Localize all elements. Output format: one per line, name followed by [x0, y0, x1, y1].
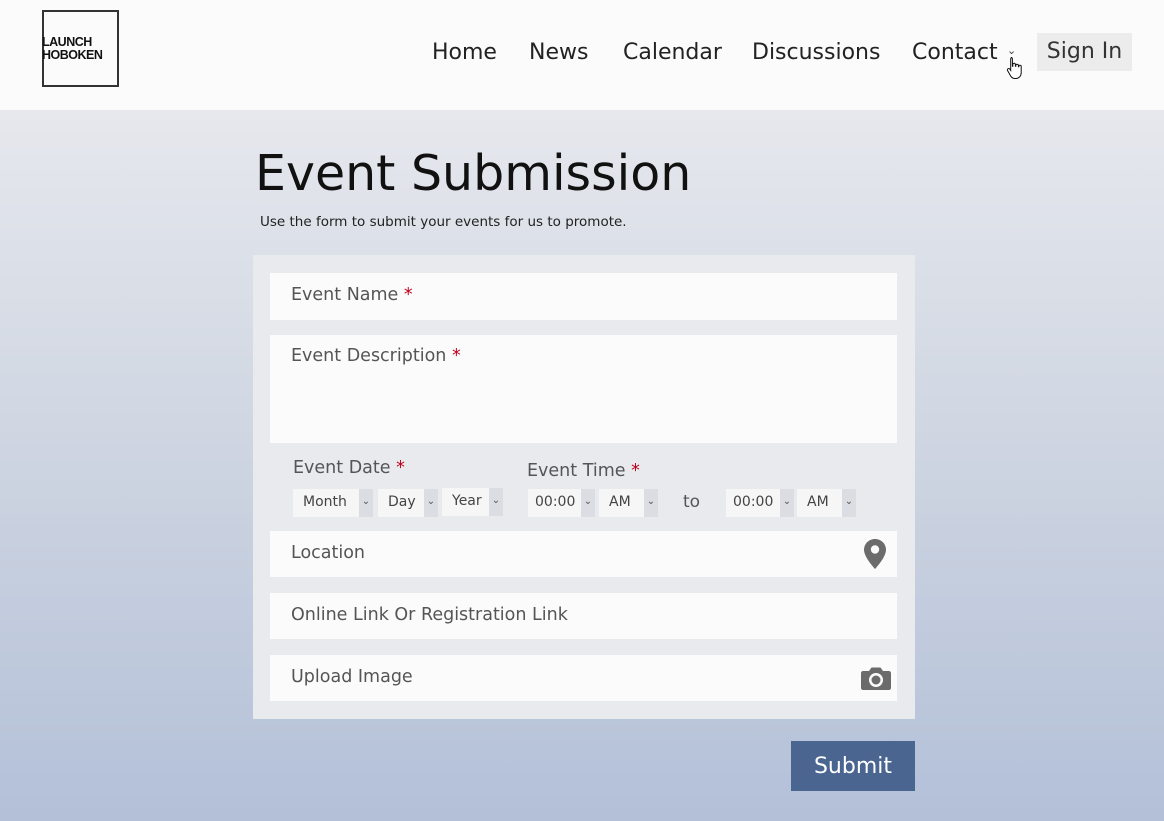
event-name-label: Event Name * — [291, 285, 413, 305]
event-time-label: Event Time * — [527, 461, 640, 481]
required-marker: * — [451, 346, 461, 366]
chevron-down-icon: ⌄ — [780, 489, 794, 517]
online-link-field[interactable]: Online Link Or Registration Link — [270, 593, 897, 639]
nav-contact[interactable]: Contact — [912, 34, 998, 72]
site-header: LAUNCH HOBOKEN Home News Calendar Discus… — [0, 0, 1164, 110]
location-label: Location — [291, 543, 366, 563]
month-select[interactable]: Month ⌄ — [293, 489, 373, 517]
location-field[interactable]: Location — [270, 531, 897, 577]
camera-icon[interactable] — [860, 665, 892, 691]
required-marker: * — [396, 458, 405, 478]
time-range-separator: to — [683, 492, 701, 512]
required-marker: * — [403, 285, 413, 305]
chevron-down-icon: ⌄ — [581, 489, 595, 517]
event-date-label: Event Date * — [293, 458, 405, 478]
event-description-field[interactable]: Event Description * — [270, 335, 897, 443]
main-nav: Home News Calendar Discussions Contact ⌄ — [0, 34, 1164, 74]
chevron-down-icon: ⌄ — [842, 489, 856, 517]
chevron-down-icon: ⌄ — [644, 489, 658, 517]
end-time-value: 00:00 — [733, 494, 774, 510]
nav-calendar[interactable]: Calendar — [623, 34, 722, 72]
day-select-value: Day — [388, 494, 416, 510]
start-period-value: AM — [609, 494, 631, 510]
sign-in-label: Sign In — [1046, 39, 1123, 64]
submit-button[interactable]: Submit — [791, 741, 915, 791]
month-select-value: Month — [303, 494, 347, 510]
chevron-down-icon: ⌄ — [489, 488, 503, 516]
event-description-label: Event Description * — [291, 346, 461, 366]
start-time-value: 00:00 — [535, 494, 576, 510]
day-select[interactable]: Day ⌄ — [378, 489, 438, 517]
event-name-field[interactable]: Event Name * — [270, 273, 897, 320]
start-period-select[interactable]: AM ⌄ — [599, 489, 658, 517]
page-title: Event Submission — [255, 145, 692, 202]
event-submission-form — [253, 255, 915, 719]
map-pin-icon[interactable] — [862, 538, 888, 570]
upload-image-field[interactable]: Upload Image — [270, 655, 897, 701]
hand-cursor-icon — [1006, 57, 1022, 79]
upload-image-label: Upload Image — [291, 667, 413, 687]
start-time-select[interactable]: 00:00 ⌄ — [528, 489, 595, 517]
nav-home[interactable]: Home — [432, 34, 497, 72]
chevron-down-icon: ⌄ — [424, 489, 438, 517]
year-select-value: Year — [452, 493, 482, 509]
nav-news[interactable]: News — [529, 34, 588, 72]
end-period-select[interactable]: AM ⌄ — [797, 489, 856, 517]
year-select[interactable]: Year ⌄ — [442, 488, 503, 516]
chevron-down-icon: ⌄ — [359, 489, 373, 517]
nav-discussions[interactable]: Discussions — [752, 34, 880, 72]
page-subtitle: Use the form to submit your events for u… — [260, 214, 627, 230]
online-link-label: Online Link Or Registration Link — [291, 605, 568, 625]
end-period-value: AM — [807, 494, 829, 510]
end-time-select[interactable]: 00:00 ⌄ — [726, 489, 794, 517]
sign-in-button[interactable]: Sign In — [1037, 33, 1132, 71]
required-marker: * — [631, 461, 640, 481]
